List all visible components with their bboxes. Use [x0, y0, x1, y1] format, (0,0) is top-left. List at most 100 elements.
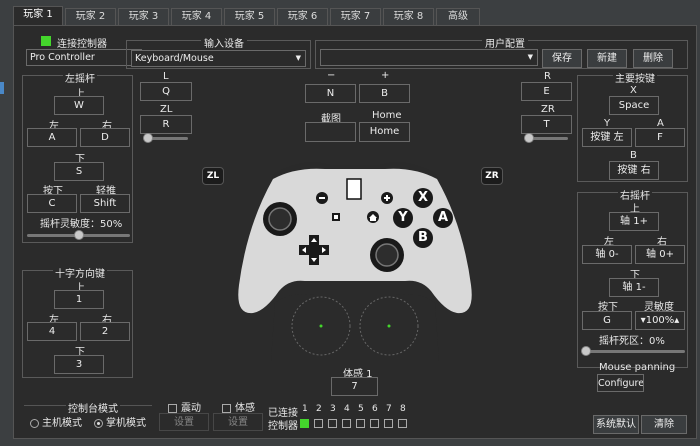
right-stick-left-button[interactable]: 轴 0-	[582, 245, 632, 264]
x-label: X	[630, 85, 637, 96]
dpad-left-button[interactable]: 4	[27, 322, 77, 341]
right-stick-down-button[interactable]: 轴 1-	[609, 278, 659, 297]
right-stick-deadzone-slider[interactable]	[581, 346, 685, 356]
slider-handle[interactable]	[581, 346, 591, 356]
vibration-checkbox[interactable]: 震动	[168, 399, 201, 414]
dpad-right-button[interactable]: 2	[80, 322, 130, 341]
dpad-up-button[interactable]: 1	[54, 290, 104, 309]
chevron-down-icon: ▼	[527, 53, 533, 61]
delete-button[interactable]: 删除	[633, 49, 673, 68]
controller-slot-3[interactable]	[328, 419, 337, 428]
controller-slot-1[interactable]	[300, 419, 309, 428]
zl-threshold-slider[interactable]	[143, 133, 188, 143]
b-button[interactable]: 按键 右	[609, 161, 659, 180]
docked-radio[interactable]: 主机模式	[30, 414, 82, 429]
zr-icon: ZR	[481, 167, 503, 185]
slider-handle[interactable]	[524, 133, 534, 143]
left-stick-left-button[interactable]: A	[27, 128, 77, 147]
slot-number: 5	[358, 404, 364, 414]
right-stick-right-button[interactable]: 轴 0+	[635, 245, 685, 264]
motion-checkbox[interactable]: 体感	[222, 399, 255, 414]
plus-label: +	[381, 70, 390, 81]
controller-slot-7[interactable]	[384, 419, 393, 428]
x-button[interactable]: Space	[609, 96, 659, 115]
capture-button[interactable]	[305, 122, 356, 142]
tab-player-1[interactable]: 玩家 1	[13, 6, 63, 26]
input-device-select[interactable]: Keyboard/Mouse ▼	[131, 50, 306, 67]
left-stick-sensitivity-slider[interactable]	[27, 230, 130, 240]
connect-label: 连接控制器	[57, 39, 107, 50]
left-stick-press-button[interactable]: C	[27, 194, 77, 213]
tab-player-4[interactable]: 玩家 4	[171, 8, 222, 26]
connect-checkbox[interactable]	[41, 36, 51, 46]
controller-slot-4[interactable]	[342, 419, 351, 428]
motion-button[interactable]: 7	[331, 377, 378, 396]
chevron-down-icon: ▼	[295, 54, 301, 62]
motion-config-button[interactable]: 设置	[213, 413, 263, 431]
slot-number: 4	[344, 404, 350, 414]
tab-advanced[interactable]: 高级	[436, 8, 480, 26]
vibration-config-button[interactable]: 设置	[159, 413, 209, 431]
controller-slot-8[interactable]	[398, 419, 407, 428]
tab-player-8[interactable]: 玩家 8	[383, 8, 434, 26]
motion-group: 体感 1 7	[331, 369, 378, 396]
tab-player-2[interactable]: 玩家 2	[65, 8, 116, 26]
left-stick-group: 左摇杆 上 W 左 A 右 D 下 S 按下 C 轻推 Shift 摇杆灵敏度：…	[22, 70, 133, 243]
right-stick-up-button[interactable]: 轴 1+	[609, 212, 659, 231]
slider-handle[interactable]	[143, 133, 153, 143]
tab-player-3[interactable]: 玩家 3	[118, 8, 169, 26]
tab-player-6[interactable]: 玩家 6	[277, 8, 328, 26]
left-stick-modifier-button[interactable]: Shift	[80, 194, 130, 213]
l-label: L	[163, 71, 169, 82]
tab-player-5[interactable]: 玩家 5	[224, 8, 275, 26]
spin-up-icon[interactable]: ▴	[674, 315, 679, 326]
home-button[interactable]: Home	[359, 122, 410, 142]
mouse-panning-configure-button[interactable]: Configure	[597, 374, 644, 392]
l-button[interactable]: Q	[140, 82, 192, 101]
mouse-panning-label: Mouse panning	[599, 362, 676, 373]
left-stick-position	[319, 324, 323, 328]
dpad-title: 十字方向键	[53, 265, 107, 280]
capture-glyph	[334, 215, 338, 219]
new-button[interactable]: 新建	[587, 49, 627, 68]
r-label: R	[544, 71, 551, 82]
x-face-icon: X	[413, 188, 433, 208]
controller-type-select[interactable]: Pro Controller▼	[26, 49, 142, 66]
zl-button[interactable]: R	[140, 115, 192, 134]
a-button[interactable]: F	[635, 128, 685, 147]
docked-label: 主机模式	[42, 418, 82, 429]
plus-glyph-v	[386, 195, 388, 201]
zr-button[interactable]: T	[521, 115, 572, 134]
user-config-group: 用户配置 ▼ 保存 新建 删除	[315, 35, 688, 69]
input-device-group: 输入设备 Keyboard/Mouse ▼	[126, 35, 311, 69]
right-stick-press-button[interactable]: G	[582, 311, 632, 330]
clear-button[interactable]: 清除	[641, 415, 687, 434]
right-stick-sensitivity-spinbox[interactable]: ▾100%▴	[635, 311, 685, 330]
zr-threshold-slider[interactable]	[524, 133, 568, 143]
r-button[interactable]: E	[521, 82, 572, 101]
save-button[interactable]: 保存	[542, 49, 582, 68]
checkbox-icon	[168, 403, 177, 413]
console-mode-group: 控制台模式 主机模式 掌机模式	[24, 400, 152, 433]
tab-player-7[interactable]: 玩家 7	[330, 8, 381, 26]
controller-slot-6[interactable]	[370, 419, 379, 428]
a-face-icon: A	[433, 208, 453, 228]
b-label: B	[630, 150, 637, 161]
minus-button[interactable]: N	[305, 84, 356, 103]
dpad-group: 十字方向键 上 1 左 4 右 2 下 3	[22, 265, 133, 378]
right-stick-cap	[375, 243, 399, 267]
user-config-label: 用户配置	[482, 35, 528, 50]
y-button[interactable]: 按键 左	[582, 128, 632, 147]
slider-handle[interactable]	[74, 230, 84, 240]
dpad-down-button[interactable]: 3	[54, 355, 104, 374]
left-stick-up-button[interactable]: W	[54, 96, 104, 115]
left-stick-right-button[interactable]: D	[80, 128, 130, 147]
controller-slot-5[interactable]	[356, 419, 365, 428]
controller-slot-2[interactable]	[314, 419, 323, 428]
plus-button[interactable]: B	[359, 84, 410, 103]
slot-number: 6	[372, 404, 378, 414]
handheld-radio[interactable]: 掌机模式	[94, 414, 146, 429]
user-config-select[interactable]: ▼	[320, 49, 538, 66]
system-defaults-button[interactable]: 系统默认	[593, 415, 639, 434]
left-stick-down-button[interactable]: S	[54, 162, 104, 181]
